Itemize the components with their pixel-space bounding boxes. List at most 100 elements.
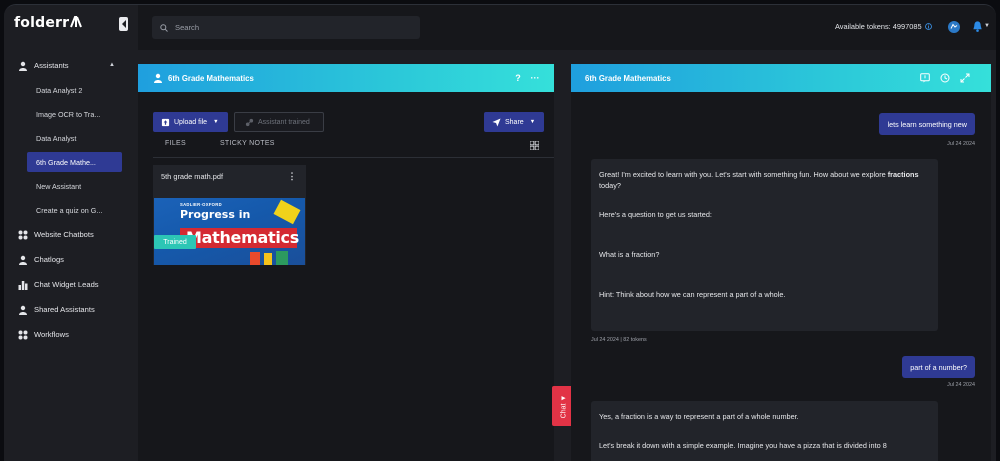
share-label: Share [505, 118, 524, 126]
kebab-menu-icon[interactable]: ⋮ [287, 171, 297, 181]
user-message: lets learn something new [879, 113, 975, 135]
assistant-trained-button[interactable]: Assistant trained [234, 112, 324, 132]
tabs-divider [153, 157, 554, 158]
sidebar-item-label: Website Chatbots [34, 230, 94, 239]
message-line: Here's a question to get us started: [599, 210, 712, 219]
tab-sticky-notes[interactable]: STICKY NOTES [220, 140, 275, 147]
search-input[interactable] [175, 23, 405, 32]
upload-file-button[interactable]: Upload file ▼ [153, 112, 228, 132]
logo[interactable]: folderr [14, 15, 83, 31]
tab-files[interactable]: FILES [165, 140, 186, 147]
assistant-message: Great! I'm excited to learn with you. Le… [591, 159, 938, 331]
topbar: Available tokens: 4997085 ▼ [138, 5, 996, 50]
cover-shape [276, 251, 288, 265]
file-card[interactable]: 5th grade math.pdf ⋮ SADLIER·OXFORD Prog… [153, 165, 306, 265]
sidebar-item-label: Assistants [34, 61, 69, 70]
sidebar-item-label: Chatlogs [34, 255, 64, 264]
chevron-left-icon [121, 20, 126, 28]
message-line: Let's break it down with a simple exampl… [599, 441, 887, 450]
info-icon[interactable] [924, 23, 932, 30]
cover-shape [250, 252, 260, 265]
chat-panel: 6th Grade Mathematics lets learn somethi… [571, 64, 991, 461]
share-button[interactable]: Share ▼ [484, 112, 544, 132]
book-cover-image: SADLIER·OXFORD Progress in Mathematics [154, 198, 305, 265]
upload-label: Upload file [174, 118, 208, 126]
cover-shape [264, 253, 272, 265]
assistant-item-data-analyst-2[interactable]: Data Analyst 2 [4, 78, 134, 102]
assistant-panel-header: 6th Grade Mathematics ? ··· [138, 64, 554, 92]
file-tabs: FILES STICKY NOTES [153, 140, 297, 147]
shared-icon [18, 305, 28, 315]
app-window: folderr Assistants ▲ Data Analyst 2 Imag… [4, 4, 996, 461]
sidebar-item-label: Shared Assistants [34, 305, 95, 314]
sidebar-item-shared-assistants[interactable]: Shared Assistants [4, 297, 134, 322]
chat-tab-label: Chat ▼ [560, 394, 568, 418]
message-line: Hint: Think about how we can represent a… [599, 290, 786, 299]
chatbot-icon [18, 230, 28, 240]
user-message: part of a number? [902, 356, 975, 378]
assistant-item-new-assistant[interactable]: New Assistant [4, 174, 134, 198]
more-options-icon[interactable]: ··· [529, 72, 541, 84]
chevron-down-icon: ▼ [984, 23, 990, 29]
message-line: What is a fraction? [599, 250, 660, 259]
upload-icon [161, 118, 170, 126]
message-line: Yes, a fraction is a way to represent a … [599, 412, 799, 421]
expand-icon[interactable] [959, 72, 971, 84]
logo-text: folderr [14, 15, 70, 31]
assistant-item-image-ocr[interactable]: Image OCR to Tra... [4, 102, 134, 126]
avatar[interactable] [948, 21, 960, 33]
cover-title-line2: Mathematics [186, 228, 299, 247]
cover-badge [273, 199, 301, 225]
message-line: Great! I'm excited to learn with you. Le… [599, 170, 919, 190]
trained-badge: Trained [154, 235, 196, 249]
file-thumbnail[interactable]: SADLIER·OXFORD Progress in Mathematics [154, 198, 305, 265]
caret-up-icon: ▲ [109, 62, 115, 68]
trained-label: Assistant trained [258, 118, 310, 126]
send-icon [492, 117, 501, 127]
assistant-message: Yes, a fraction is a way to represent a … [591, 401, 938, 461]
chatlogs-icon [18, 255, 28, 265]
cover-title-line1: Progress in [180, 208, 251, 221]
collapse-sidebar-button[interactable] [119, 17, 128, 31]
search-box[interactable] [152, 16, 420, 39]
sidebar-nav: Assistants ▲ Data Analyst 2 Image OCR to… [4, 53, 134, 347]
history-icon[interactable] [939, 72, 951, 84]
assistant-icon [18, 61, 28, 71]
user-avatar-icon [948, 21, 960, 33]
assistant-panel: 6th Grade Mathematics ? ··· Upload file … [138, 64, 554, 461]
cover-publisher: SADLIER·OXFORD [180, 202, 222, 207]
assistant-item-6th-grade-math[interactable]: 6th Grade Mathe... [27, 152, 122, 172]
message-timestamp: Jul 24 2024 | 82 tokens [591, 337, 647, 343]
logo-mark-icon [70, 16, 83, 28]
bell-icon [973, 20, 982, 32]
sidebar-item-website-chatbots[interactable]: Website Chatbots [4, 222, 134, 247]
message-timestamp: Jul 24 2024 [947, 382, 975, 388]
help-icon[interactable]: ? [512, 72, 524, 84]
sidebar-item-assistants[interactable]: Assistants ▲ [4, 53, 134, 78]
available-tokens: Available tokens: 4997085 [835, 22, 932, 31]
file-name: 5th grade math.pdf [161, 172, 224, 181]
chevron-down-icon: ▼ [213, 119, 219, 125]
workflow-icon [18, 330, 28, 340]
chat-panel-header: 6th Grade Mathematics [571, 64, 991, 92]
training-icon [245, 118, 254, 126]
notifications-button[interactable]: ▼ [972, 19, 990, 33]
sidebar: folderr Assistants ▲ Data Analyst 2 Imag… [4, 5, 134, 461]
sidebar-item-label: Workflows [34, 330, 69, 339]
grid-view-icon[interactable] [530, 141, 539, 150]
search-icon [160, 23, 168, 32]
assistant-item-data-analyst[interactable]: Data Analyst [4, 126, 134, 150]
message-timestamp: Jul 24 2024 [947, 141, 975, 147]
assistant-item-create-quiz[interactable]: Create a quiz on G... [4, 198, 134, 222]
tokens-label: Available tokens: 4997085 [835, 22, 922, 31]
sidebar-item-chatlogs[interactable]: Chatlogs [4, 247, 134, 272]
panel-title: 6th Grade Mathematics [168, 73, 254, 83]
bar-chart-icon [18, 280, 28, 290]
sidebar-item-chat-widget-leads[interactable]: Chat Widget Leads [4, 272, 134, 297]
chevron-down-icon: ▼ [529, 119, 536, 125]
sidebar-item-workflows[interactable]: Workflows [4, 322, 134, 347]
chat-panel-title: 6th Grade Mathematics [585, 73, 671, 83]
sidebar-item-label: Chat Widget Leads [34, 280, 99, 289]
chat-note-icon[interactable] [919, 72, 931, 84]
assistant-icon [154, 73, 162, 83]
